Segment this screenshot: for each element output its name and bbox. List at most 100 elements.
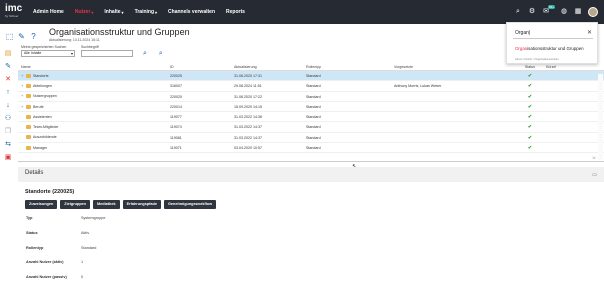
nav-training[interactable]: Training ▾	[135, 9, 157, 15]
table-row[interactable]: Auszubildende 119081 31.03.2022 14:37 Stand…	[18, 133, 604, 144]
column-header-id[interactable]: ID	[170, 64, 234, 70]
zuweisungen-button[interactable]: Zuweisungen	[25, 200, 58, 209]
search-icon[interactable]: ⌕	[159, 50, 163, 57]
expand-toggle-icon[interactable]: +	[21, 81, 25, 91]
new-item-icon[interactable]: ▤	[3, 49, 13, 58]
cell-name: Auszubildende	[18, 133, 170, 142]
property-key: Anzahl Nutzer (passiv)	[26, 275, 67, 280]
column-header-name[interactable]: Name	[18, 64, 170, 70]
expand-toggle-icon[interactable]: +	[21, 102, 25, 112]
search-icon[interactable]: ⌕	[514, 8, 522, 16]
globe-icon[interactable]: ◍	[560, 8, 568, 16]
imc-logo[interactable]: imc by Scheer	[5, 4, 25, 20]
cell-name: Team-Mitglieder	[18, 122, 170, 131]
cell-name: Assistenten	[18, 112, 170, 121]
check-icon: ✔	[527, 103, 533, 110]
cell-kuerzel	[546, 81, 604, 90]
property-key: Anzahl Nutzer (aktiv)	[26, 260, 64, 265]
org-structure-icon[interactable]: ⬚	[5, 32, 14, 41]
pane-divider[interactable]	[18, 161, 604, 162]
collapse-details-icon[interactable]: ▭	[592, 172, 597, 178]
nav-inhalte[interactable]: Inhalte ▾	[104, 9, 123, 15]
logo-text: imc	[5, 3, 23, 14]
apps-grid-icon[interactable]: ▦	[574, 8, 582, 16]
saved-search-select[interactable]: Alle Inhalte	[21, 50, 75, 57]
search-term-label: Suchbegriff	[81, 45, 99, 49]
table-row[interactable]: Manager 119071 03.04.2020 10:57 Standard ✔	[18, 143, 604, 154]
cell-id: 119081	[170, 135, 182, 140]
edit-structure-icon[interactable]: ✎	[17, 32, 26, 41]
table-row[interactable]: + Nutzergruppen 220020 31.08.2020 17:22 Stan…	[18, 92, 604, 102]
cell-role-type: Standard	[306, 146, 321, 151]
column-header-status[interactable]: Status	[514, 64, 546, 70]
table-row[interactable]: + Abteilungen 316007 29.08.2024 11:51 Standa…	[18, 81, 604, 92]
cell-status: ✔	[514, 122, 546, 131]
genehmigungsworkflow-button[interactable]: Genehmigungsworkflow	[163, 200, 217, 209]
column-header-kuerzel[interactable]: Kürzel	[546, 64, 604, 70]
help-icon[interactable]: ?	[29, 32, 38, 41]
move-up-icon[interactable]: ↑	[3, 88, 13, 97]
edit-icon[interactable]: ✎	[3, 62, 13, 71]
advanced-search-icon[interactable]: ⌕	[143, 50, 147, 57]
row-name: Berufe	[33, 104, 44, 109]
column-header-vorgesetzte[interactable]: Vorgesetzte	[394, 64, 514, 70]
move-down-icon[interactable]: ↓	[3, 101, 13, 110]
check-icon: ✔	[527, 124, 533, 131]
cell-role-type: Standard	[306, 125, 321, 130]
zielgruppen-button[interactable]: Zielgruppen	[60, 200, 90, 209]
cell-updated: 29.08.2024 11:51	[234, 84, 262, 89]
nav-reports-label: Reports	[226, 9, 245, 15]
cell-supervisor	[394, 71, 514, 80]
cell-id: 316007	[170, 84, 182, 89]
resize-handle-icon[interactable]: ⇲	[592, 155, 595, 160]
search-result-item[interactable]: Organisationsstruktur und Gruppen	[515, 46, 593, 51]
link-icon[interactable]: ⇆	[3, 140, 13, 149]
check-icon: ✔	[527, 114, 533, 121]
cell-updated: 31.08.2020 17:22	[234, 94, 262, 99]
cell-role-type: Standard	[306, 115, 321, 120]
expand-toggle-icon[interactable]: +	[21, 71, 25, 81]
cell-name: + Standorte	[18, 71, 170, 80]
logo-subtext: by Scheer	[5, 14, 19, 18]
mediathek-button[interactable]: Mediathek	[93, 200, 120, 209]
table-row[interactable]: Team-Mitglieder 119074 31.03.2022 14:37 Sta…	[18, 122, 604, 133]
erfahrungspfade-button[interactable]: Erfahrungspfade	[122, 200, 161, 209]
assign-users-icon[interactable]: ⚇	[3, 114, 13, 123]
property-value: Systemgruppe	[81, 216, 106, 220]
calendar-icon[interactable]: ▣	[3, 153, 13, 162]
property-row: Typ Systemgruppe	[26, 214, 105, 229]
table-row[interactable]: Assistenten 119077 31.03.2022 14:36 Standar…	[18, 112, 604, 123]
table-row[interactable]: + Standorte 220025 31.08.2020 17:31 Standard…	[18, 71, 604, 82]
folder-icon	[26, 104, 31, 109]
table-row[interactable]: + Berufe 220014 15.09.2020 14:15 Standard ✔	[18, 102, 604, 113]
folder-icon	[26, 135, 31, 140]
grid-scrollbar[interactable]	[598, 74, 603, 160]
user-avatar[interactable]	[588, 7, 598, 17]
expand-toggle-icon[interactable]: +	[21, 91, 25, 101]
nav-nutzer[interactable]: Nutzer ▾	[75, 9, 94, 15]
nav-reports[interactable]: Reports	[226, 9, 245, 15]
global-search-input[interactable]: Organ|	[515, 30, 530, 36]
column-header-rollentyp[interactable]: Rollentyp	[306, 64, 394, 70]
cell-name: + Nutzergruppen	[18, 92, 170, 101]
copy-icon[interactable]: ❐	[3, 127, 13, 136]
top-navigation-bar: imc by Scheer Admin Home Nutzer ▾ Inhalte…	[0, 0, 604, 24]
property-value: Standard	[81, 245, 97, 250]
cell-updated: 03.04.2020 10:57	[234, 146, 262, 151]
grid-header: Name ID Aktualisierung Rollentyp Vorgese…	[18, 64, 604, 71]
nav-channels-verwalten[interactable]: Channels verwalten	[168, 9, 215, 15]
gear-icon[interactable]: ⚙	[528, 8, 536, 16]
cell-role-type: Standard	[306, 94, 321, 99]
delete-icon[interactable]: ✕	[3, 75, 13, 84]
notifications-icon[interactable]: ✉ 99+	[542, 5, 555, 16]
cell-supervisor	[394, 112, 514, 121]
close-icon[interactable]: ✕	[587, 29, 592, 36]
cell-id: 220014	[170, 104, 182, 109]
cell-id: 220025	[170, 74, 182, 78]
column-header-aktualisierung[interactable]: Aktualisierung	[234, 64, 306, 70]
cell-supervisor	[394, 143, 514, 152]
cell-updated: 31.03.2022 14:36	[234, 115, 262, 120]
nav-admin-home[interactable]: Admin Home	[33, 9, 64, 15]
search-term-input[interactable]	[81, 50, 133, 57]
cell-kuerzel	[546, 102, 604, 111]
